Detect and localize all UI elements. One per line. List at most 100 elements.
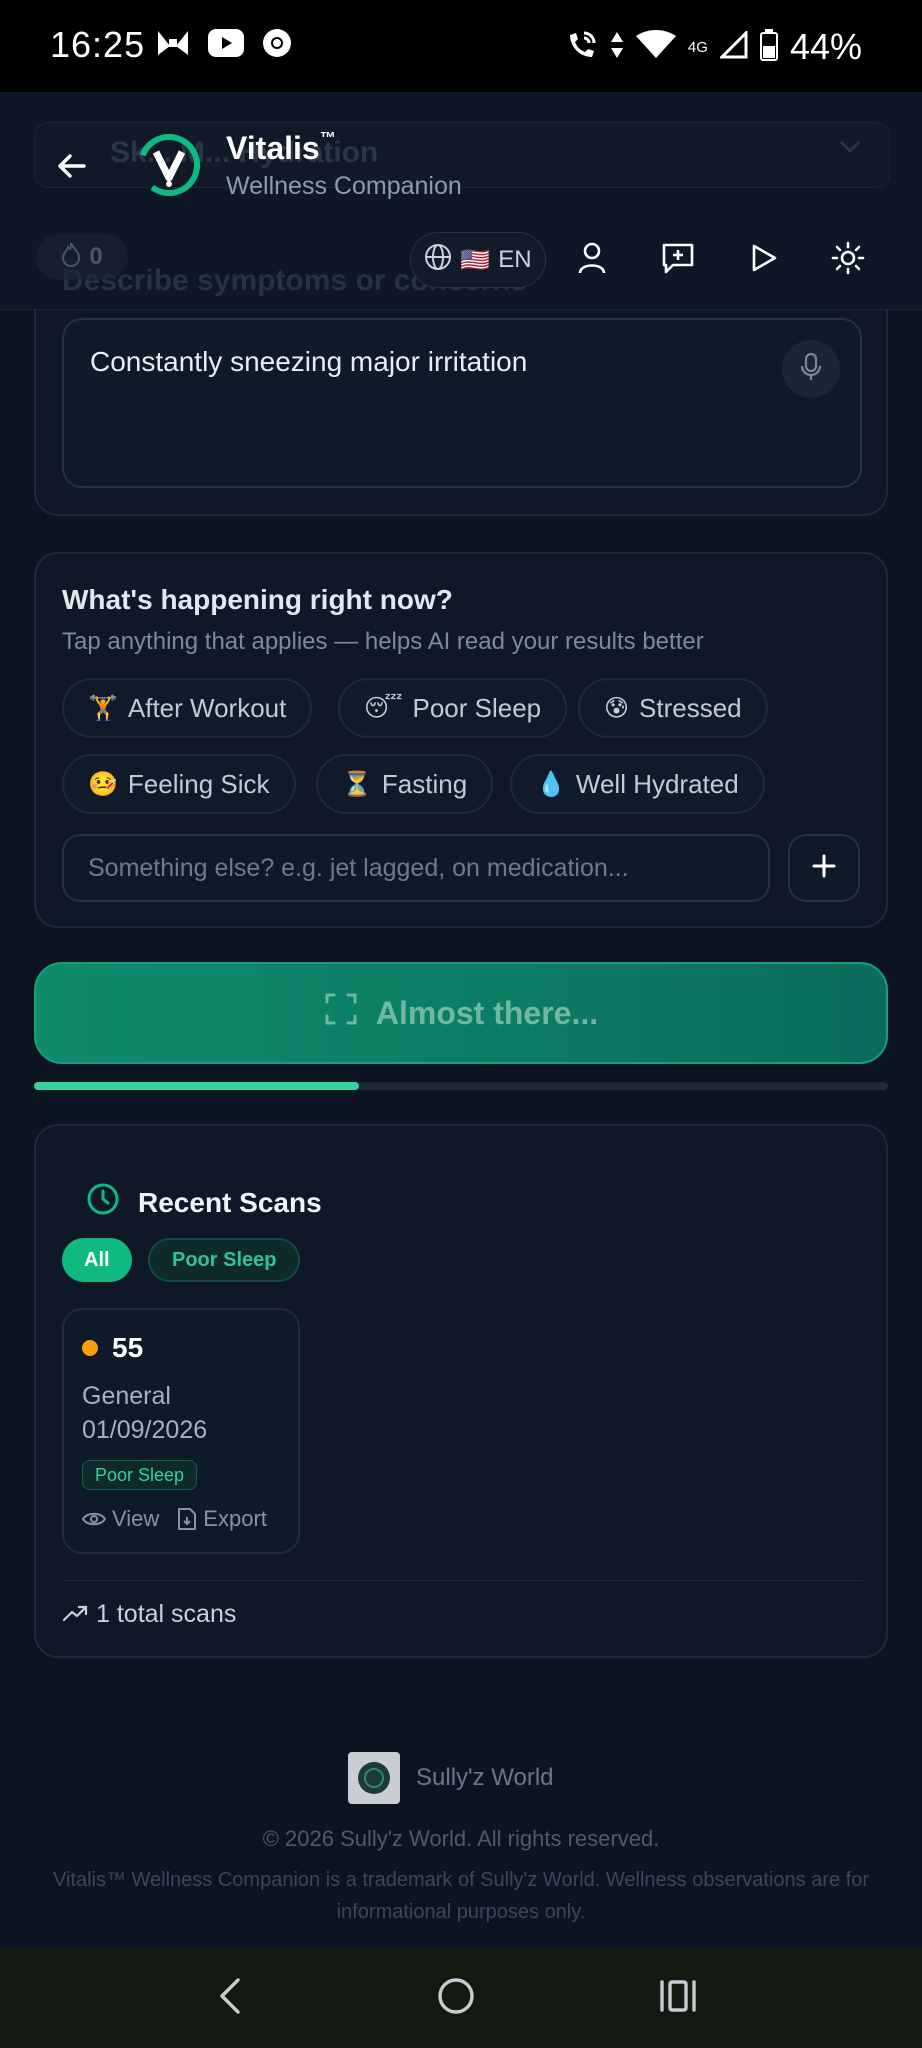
flame-icon	[61, 241, 81, 274]
scan-score-row: 55	[82, 1332, 143, 1364]
app-title: Vitalis™	[226, 130, 336, 167]
status-bar: 16:25 4G 44%	[0, 0, 922, 92]
add-context-button[interactable]	[788, 834, 860, 902]
back-button[interactable]	[52, 146, 92, 186]
recent-scans-header: Recent Scans	[86, 1182, 322, 1223]
scan-type: General	[82, 1382, 171, 1410]
anxious-face-icon: 😰	[604, 694, 630, 722]
youtube-icon	[208, 29, 244, 62]
circle-home-icon	[436, 1976, 476, 2021]
user-icon	[577, 242, 607, 279]
filter-poor-sleep[interactable]: Poor Sleep	[148, 1238, 301, 1282]
wifi-call-icon	[566, 29, 598, 66]
sun-icon	[831, 241, 865, 280]
file-download-icon	[177, 1507, 197, 1531]
vitalis-logo	[136, 132, 202, 198]
chip-fasting[interactable]: ⏳ Fasting	[316, 754, 494, 814]
footer-copyright: © 2026 Sully'z World. All rights reserve…	[262, 1826, 660, 1851]
streak-count: 0	[89, 243, 103, 270]
recent-scans-title: Recent Scans	[138, 1186, 322, 1218]
other-context-input[interactable]: Something else? e.g. jet lagged, on medi…	[62, 834, 770, 902]
symptom-text: Constantly sneezing major irritation	[90, 346, 528, 377]
arrow-left-icon	[52, 154, 92, 190]
play-icon	[750, 243, 778, 278]
nav-back-button[interactable]	[206, 1974, 254, 2022]
data-arrows-icon	[610, 30, 624, 65]
context-subtitle: Tap anything that applies — helps AI rea…	[62, 628, 704, 655]
recents-icon	[658, 1978, 698, 2019]
trending-up-icon	[62, 1600, 88, 1629]
scan-tag: Poor Sleep	[82, 1460, 198, 1490]
microphone-icon	[798, 352, 824, 387]
language-selector[interactable]: 🇺🇸 EN	[410, 232, 546, 288]
clock-icon	[86, 1182, 120, 1223]
footer-disclaimer: Vitalis™ Wellness Companion is a tradema…	[52, 1869, 869, 1923]
analyze-label: Almost there...	[375, 994, 599, 1031]
profile-button[interactable]	[570, 238, 614, 282]
scan-frame-icon	[324, 992, 358, 1034]
export-label: Export	[203, 1506, 267, 1531]
footer-brand-name: Sully'z World	[416, 1764, 554, 1791]
recent-scans-card: Recent Scans All Poor Sleep 55 General 0…	[34, 1124, 888, 1658]
nav-recents-button[interactable]	[654, 1974, 702, 2022]
system-navigation-bar	[0, 1948, 922, 2048]
scan-date: 01/09/2026	[82, 1416, 208, 1444]
chip-label: Well Hydrated	[575, 768, 739, 799]
nav-home-button[interactable]	[432, 1974, 480, 2022]
scan-score: 55	[112, 1332, 144, 1363]
droplet-icon: 💧	[536, 770, 566, 798]
app-name: Vitalis	[226, 130, 320, 166]
status-time: 16:25	[50, 24, 146, 65]
chevron-down-icon	[838, 134, 862, 162]
chip-after-workout[interactable]: 🏋 After Workout	[62, 678, 313, 738]
network-type: 4G	[687, 38, 708, 56]
scan-item[interactable]: 55 General 01/09/2026 Poor Sleep View Ex…	[62, 1308, 300, 1554]
context-card: What's happening right now? Tap anything…	[34, 552, 888, 928]
message-plus-icon	[661, 242, 695, 279]
chip-poor-sleep[interactable]: 😴 Poor Sleep	[338, 678, 568, 738]
globe-icon	[424, 243, 452, 278]
chip-stressed[interactable]: 😰 Stressed	[578, 678, 768, 738]
chip-well-hydrated[interactable]: 💧 Well Hydrated	[510, 754, 765, 814]
sick-face-icon: 🤒	[88, 770, 118, 798]
filter-all[interactable]: All	[62, 1238, 132, 1282]
view-label: View	[112, 1506, 160, 1531]
scans-total: 1 total scans	[62, 1600, 236, 1629]
brand-logo	[348, 1752, 400, 1804]
chrome-icon	[262, 28, 292, 63]
analysis-progress-bar	[34, 1082, 888, 1090]
signal-icon	[718, 28, 748, 64]
symptom-textarea[interactable]: Constantly sneezing major irritation	[62, 318, 862, 488]
hourglass-icon: ⏳	[342, 770, 372, 798]
chip-label: After Workout	[127, 692, 287, 723]
score-status-dot	[82, 1340, 98, 1356]
feedback-button[interactable]	[656, 238, 700, 282]
analyze-button[interactable]: Almost there...	[34, 962, 888, 1064]
trademark: ™	[319, 130, 336, 147]
chip-label: Poor Sleep	[412, 692, 542, 723]
eye-icon	[82, 1510, 106, 1528]
mic-button[interactable]	[782, 340, 840, 398]
chip-feeling-sick[interactable]: 🤒 Feeling Sick	[62, 754, 296, 814]
context-title: What's happening right now?	[62, 584, 453, 615]
theme-toggle[interactable]	[826, 238, 870, 282]
chip-label: Stressed	[639, 692, 742, 723]
view-scan-button[interactable]: View	[82, 1506, 159, 1532]
scans-divider	[62, 1580, 862, 1581]
play-tour-button[interactable]	[742, 238, 786, 282]
language-flag: 🇺🇸	[460, 246, 491, 274]
analysis-progress-fill	[34, 1082, 359, 1090]
wifi-icon	[635, 29, 676, 65]
chevron-left-icon	[216, 1976, 244, 2021]
battery-icon	[759, 28, 778, 66]
export-scan-button[interactable]: Export	[177, 1506, 267, 1532]
footer-brand: Sully'z World	[348, 1752, 554, 1804]
weightlifter-icon: 🏋	[88, 694, 118, 722]
battery-percent: 44%	[789, 26, 862, 67]
bowtie-icon	[156, 28, 190, 63]
streak-counter[interactable]: 0	[36, 234, 128, 280]
chip-label: Feeling Sick	[127, 768, 270, 799]
status-notification-icons	[156, 28, 292, 63]
sleeping-face-icon: 😴	[364, 694, 403, 722]
status-system-icons: 4G 44%	[566, 26, 862, 68]
